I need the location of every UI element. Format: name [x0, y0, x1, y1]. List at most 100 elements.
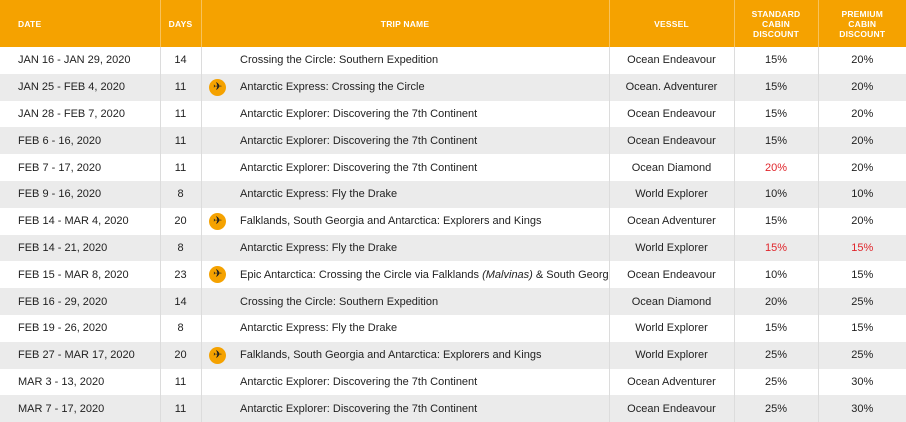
trip-name: Antarctic Explorer: Discovering the 7th … [234, 395, 610, 422]
premium-discount: 15% [818, 234, 906, 262]
trip-date: FEB 14 - MAR 4, 2020 [0, 207, 161, 235]
header-standard-discount-label: STANDARD CABIN DISCOUNT [751, 8, 801, 39]
airplane-icon: ✈ [209, 346, 227, 364]
trip-name: Crossing the Circle: Southern Expedition [234, 288, 610, 315]
trip-days: 11 [160, 100, 202, 128]
trip-date: FEB 9 - 16, 2020 [0, 180, 161, 208]
standard-discount: 15% [734, 73, 819, 101]
header-premium-discount: PREMIUM CABIN DISCOUNT [818, 0, 906, 47]
trip-vessel: Ocean. Adventurer [609, 73, 735, 101]
trip-date: FEB 14 - 21, 2020 [0, 234, 161, 262]
trip-vessel: Ocean Endeavour [609, 127, 735, 155]
trip-name-text: Antarctic Explorer: Discovering the 7th … [240, 107, 478, 120]
premium-discount: 10% [818, 180, 906, 208]
trip-vessel: Ocean Endeavour [609, 47, 735, 74]
trip-vessel: Ocean Endeavour [609, 395, 735, 422]
table-row: JAN 16 - JAN 29, 2020 14 Crossing the Circ… [0, 47, 906, 74]
premium-discount: 30% [818, 395, 906, 422]
standard-discount: 20% [734, 288, 819, 315]
airplane-icon: ✈ [209, 266, 227, 284]
premium-discount: 15% [818, 261, 906, 289]
trip-vessel: Ocean Adventurer [609, 207, 735, 235]
standard-discount: 15% [734, 47, 819, 74]
trip-name: Antarctic Express: Fly the Drake [234, 314, 610, 342]
table-row: FEB 15 - MAR 8, 2020 23 ✈ Epic Antarctica: … [0, 261, 906, 289]
table-row: FEB 14 - MAR 4, 2020 20 ✈ Falklands, South … [0, 207, 906, 235]
flight-indicator [201, 368, 234, 396]
trip-name: Crossing the Circle: Southern Expedition [234, 47, 610, 74]
table-row: FEB 14 - 21, 2020 8 Antarctic Express: Fly… [0, 234, 906, 262]
trip-name-text: Antarctic Express: Crossing the Circle [240, 81, 425, 94]
trip-vessel: World Explorer [609, 234, 735, 262]
standard-discount: 15% [734, 100, 819, 128]
trip-days: 11 [160, 127, 202, 155]
trip-days: 20 [160, 341, 202, 369]
premium-discount: 20% [818, 154, 906, 181]
trip-vessel: World Explorer [609, 180, 735, 208]
trip-name-text: Falklands, South Georgia and Antarctica:… [240, 215, 542, 228]
premium-discount: 25% [818, 288, 906, 315]
flight-indicator [201, 154, 234, 181]
trip-name-text: Antarctic Express: Fly the Drake [240, 322, 398, 335]
trip-days: 14 [160, 288, 202, 315]
flight-indicator [201, 127, 234, 155]
trip-name: Antarctic Explorer: Discovering the 7th … [234, 127, 610, 155]
trip-name-text: Antarctic Explorer: Discovering the 7th … [240, 161, 478, 174]
trip-name: Falklands, South Georgia and Antarctica:… [234, 341, 610, 369]
trip-vessel: World Explorer [609, 314, 735, 342]
header-days: DAYS [160, 0, 202, 47]
trip-vessel: Ocean Endeavour [609, 261, 735, 289]
trip-days: 14 [160, 47, 202, 74]
table-row: FEB 19 - 26, 2020 8 Antarctic Express: Fly… [0, 314, 906, 342]
trip-name: Antarctic Explorer: Discovering the 7th … [234, 100, 610, 128]
trip-name: Antarctic Express: Fly the Drake [234, 180, 610, 208]
trip-days: 11 [160, 154, 202, 181]
trip-name: Antarctic Explorer: Discovering the 7th … [234, 154, 610, 181]
airplane-icon: ✈ [209, 78, 227, 96]
trip-name: Antarctic Express: Fly the Drake [234, 234, 610, 262]
trip-date: JAN 25 - FEB 4, 2020 [0, 73, 161, 101]
trip-days: 20 [160, 207, 202, 235]
standard-discount: 20% [734, 154, 819, 181]
trip-vessel: World Explorer [609, 341, 735, 369]
table-body: JAN 16 - JAN 29, 2020 14 Crossing the Circ… [0, 47, 906, 422]
flight-indicator [201, 180, 234, 208]
premium-discount: 20% [818, 47, 906, 74]
trip-days: 11 [160, 368, 202, 396]
table-row: FEB 6 - 16, 2020 11 Antarctic Explorer: Di… [0, 127, 906, 155]
trip-vessel: Ocean Adventurer [609, 368, 735, 396]
header-standard-discount: STANDARD CABIN DISCOUNT [734, 0, 819, 47]
table-header: DATE DAYS TRIP NAME VESSEL STANDARD CABI… [0, 0, 906, 47]
standard-discount: 15% [734, 234, 819, 262]
trip-date: FEB 16 - 29, 2020 [0, 288, 161, 315]
premium-discount: 20% [818, 100, 906, 128]
trip-name: Epic Antarctica: Crossing the Circle via… [234, 261, 610, 289]
trip-vessel: Ocean Endeavour [609, 100, 735, 128]
standard-discount: 25% [734, 341, 819, 369]
flight-indicator: ✈ [201, 73, 234, 101]
table-row: FEB 16 - 29, 2020 14 Crossing the Circle: … [0, 288, 906, 315]
flight-indicator [201, 395, 234, 422]
table-row: MAR 3 - 13, 2020 11 Antarctic Explorer: Di… [0, 368, 906, 396]
trip-days: 8 [160, 234, 202, 262]
trip-vessel: Ocean Diamond [609, 288, 735, 315]
trip-name-text: Falklands, South Georgia and Antarctica:… [240, 349, 542, 362]
trip-date: MAR 3 - 13, 2020 [0, 368, 161, 396]
trip-date: FEB 15 - MAR 8, 2020 [0, 261, 161, 289]
airplane-icon: ✈ [209, 212, 227, 230]
trip-date: FEB 7 - 17, 2020 [0, 154, 161, 181]
premium-discount: 20% [818, 207, 906, 235]
table-row: FEB 7 - 17, 2020 11 Antarctic Explorer: Di… [0, 154, 906, 181]
trip-name-tail: & South Georgia [532, 268, 609, 281]
flight-indicator: ✈ [201, 207, 234, 235]
flight-indicator [201, 288, 234, 315]
flight-indicator: ✈ [201, 261, 234, 289]
trip-name-text: Antarctic Explorer: Discovering the 7th … [240, 402, 478, 415]
table-row: MAR 7 - 17, 2020 11 Antarctic Explorer: Di… [0, 395, 906, 422]
standard-discount: 25% [734, 395, 819, 422]
trip-table: DATE DAYS TRIP NAME VESSEL STANDARD CABI… [0, 0, 906, 422]
trip-date: FEB 27 - MAR 17, 2020 [0, 341, 161, 369]
standard-discount: 25% [734, 368, 819, 396]
trip-name-text: Antarctic Explorer: Discovering the 7th … [240, 375, 478, 388]
trip-name-text: Crossing the Circle: Southern Expedition [240, 295, 439, 308]
